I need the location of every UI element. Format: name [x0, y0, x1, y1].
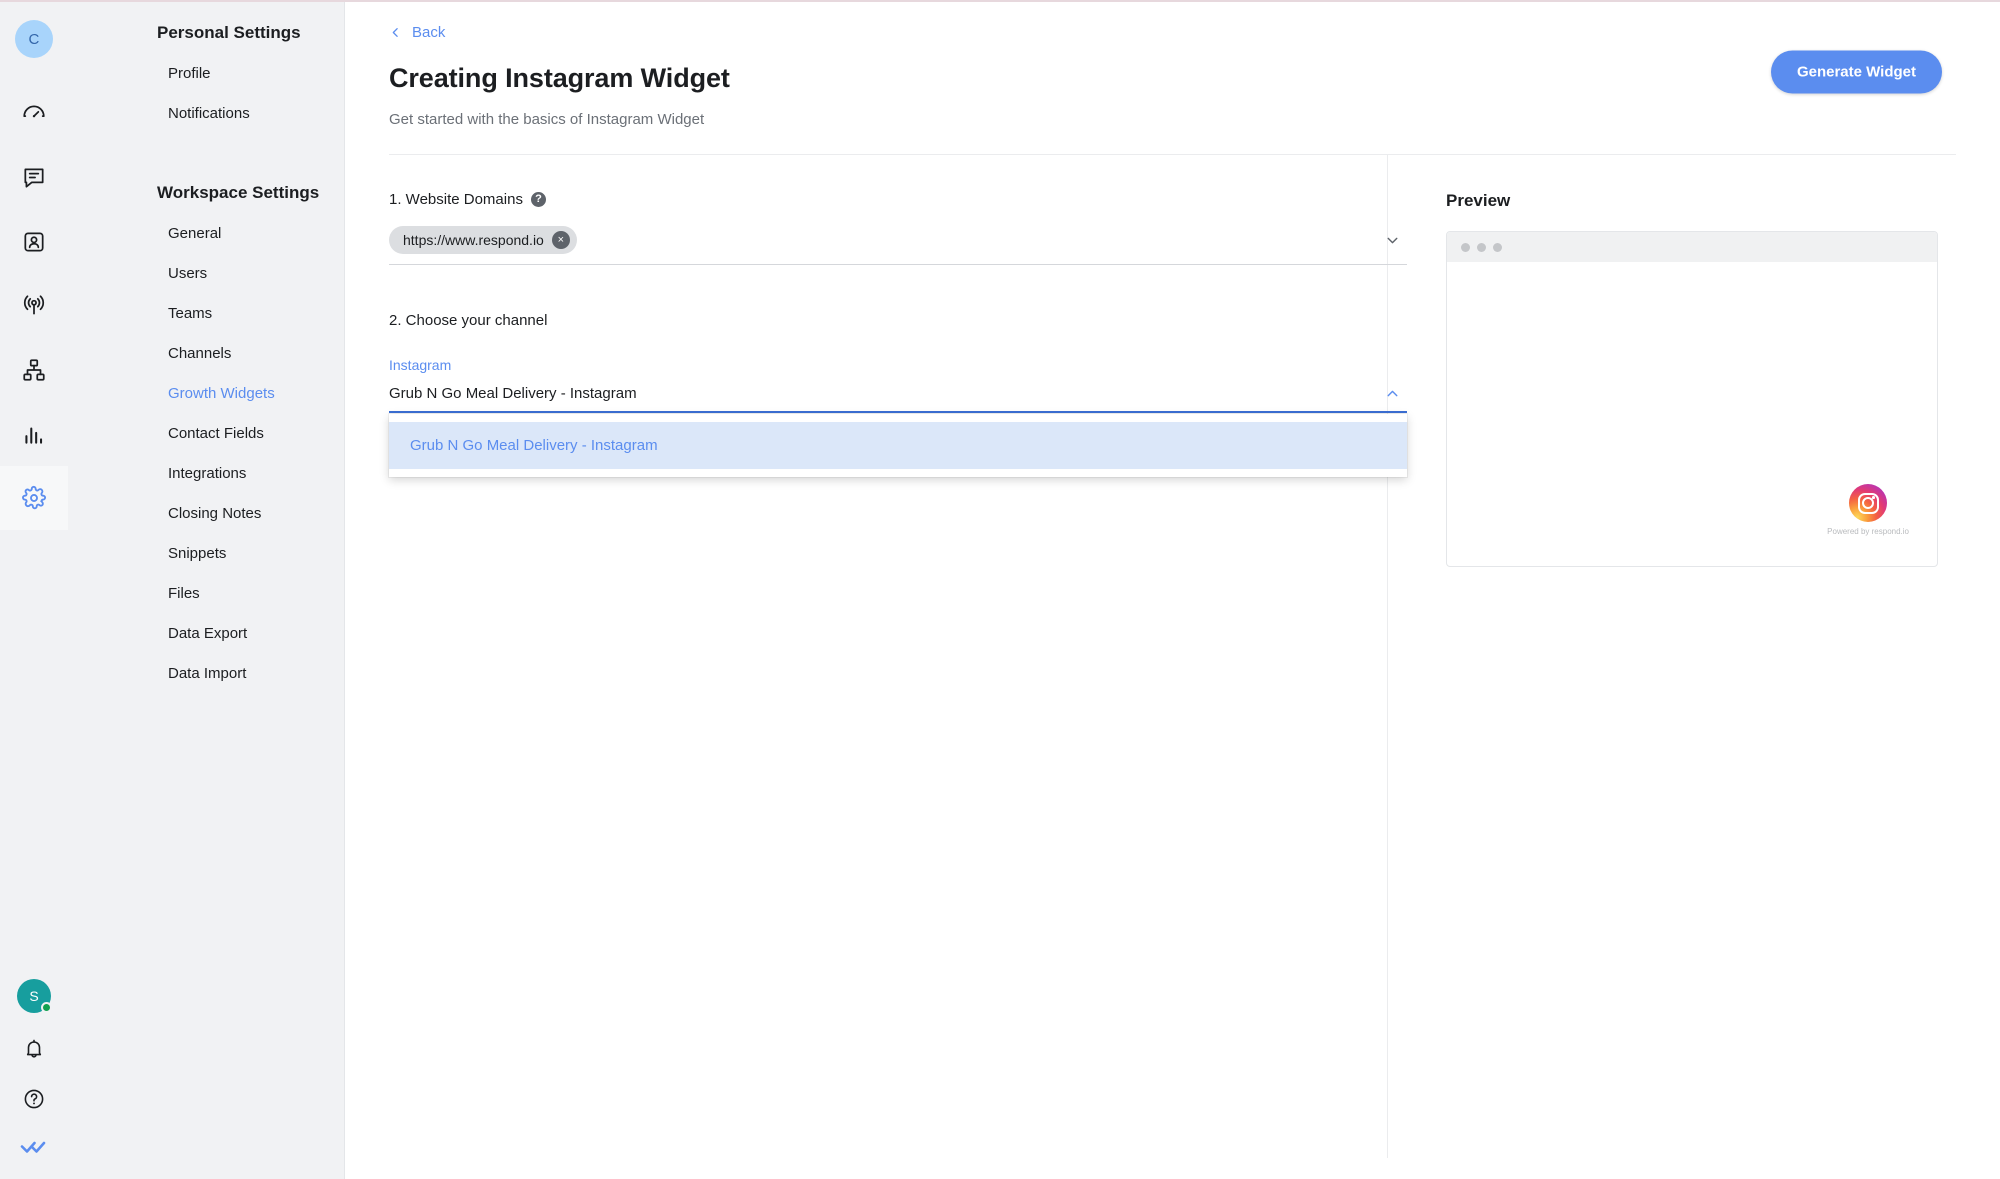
- sidebar-item-notifications[interactable]: Notifications: [68, 94, 344, 134]
- sidebar-item-data-export[interactable]: Data Export: [68, 614, 344, 654]
- channel-dropdown-menu: Grub N Go Meal Delivery - Instagram: [389, 414, 1407, 477]
- help-tooltip-icon[interactable]: ?: [530, 192, 546, 207]
- sidebar-item-closing-notes[interactable]: Closing Notes: [68, 494, 344, 534]
- browser-dot-red: [1461, 242, 1470, 252]
- respond-io-logo[interactable]: [19, 1137, 49, 1157]
- domain-chip: https://www.respond.io ×: [389, 226, 577, 254]
- sidebar-item-snippets[interactable]: Snippets: [68, 534, 344, 574]
- sidebar-item-data-import[interactable]: Data Import: [68, 654, 344, 694]
- choose-channel-label: 2. Choose your channel: [389, 312, 1387, 329]
- back-label: Back: [412, 24, 446, 41]
- preview-frame: Powered by respond.io: [1446, 231, 1938, 567]
- messages-icon[interactable]: [0, 146, 68, 210]
- rail-bottom-group: S: [0, 979, 68, 1157]
- preview-browser-bar: [1447, 232, 1937, 262]
- website-domains-input[interactable]: https://www.respond.io ×: [389, 226, 1407, 265]
- reports-icon[interactable]: [0, 402, 68, 466]
- body-columns: 1. Website Domains ? https://www.respond…: [345, 155, 2000, 1158]
- instagram-icon[interactable]: [1849, 484, 1888, 522]
- help-circle-icon[interactable]: [22, 1087, 46, 1111]
- icon-rail: C S: [0, 2, 68, 1179]
- powered-by-label: Powered by respond.io: [1827, 527, 1909, 536]
- user-avatar[interactable]: S: [17, 979, 52, 1013]
- workspace-avatar[interactable]: C: [15, 20, 53, 58]
- settings-icon[interactable]: [0, 466, 68, 530]
- chevron-left-icon: [389, 26, 402, 39]
- sidebar-item-users[interactable]: Users: [68, 254, 344, 294]
- broadcasts-icon[interactable]: [0, 274, 68, 338]
- contacts-icon[interactable]: [0, 210, 68, 274]
- choose-channel-label-text: 2. Choose your channel: [389, 312, 548, 329]
- personal-settings-heading: Personal Settings: [157, 23, 301, 42]
- channel-dropdown-option[interactable]: Grub N Go Meal Delivery - Instagram: [389, 422, 1407, 469]
- sidebar-item-teams[interactable]: Teams: [68, 294, 344, 334]
- sidebar-item-integrations[interactable]: Integrations: [68, 454, 344, 494]
- preview-widget-badge: Powered by respond.io: [1827, 484, 1909, 536]
- preview-canvas: Powered by respond.io: [1447, 262, 1937, 566]
- page-subtitle: Get started with the basics of Instagram…: [389, 111, 705, 128]
- domain-chip-label: https://www.respond.io: [403, 232, 544, 248]
- main-content: Back Creating Instagram Widget Get start…: [345, 2, 2000, 1179]
- chevron-down-icon[interactable]: [1384, 232, 1407, 249]
- widget-form: 1. Website Domains ? https://www.respond…: [345, 155, 1407, 1158]
- user-avatar-initial: S: [29, 988, 39, 1004]
- back-link[interactable]: Back: [345, 2, 445, 41]
- channel-select-value: Grub N Go Meal Delivery - Instagram: [389, 385, 637, 402]
- browser-dot-green: [1493, 242, 1502, 252]
- sidebar-item-profile[interactable]: Profile: [68, 54, 344, 94]
- workspace-settings-heading: Workspace Settings: [157, 183, 320, 202]
- rail-top-group: C: [0, 2, 68, 530]
- workflows-icon[interactable]: [0, 338, 68, 402]
- notifications-bell-icon[interactable]: [22, 1037, 46, 1061]
- sidebar-item-growth-widgets[interactable]: Growth Widgets: [68, 374, 344, 414]
- sidebar-item-contact-fields[interactable]: Contact Fields: [68, 414, 344, 454]
- preview-panel: Preview Powered by respond.io: [1387, 155, 2000, 1158]
- app-window: C S Personal Settings Profile Notificati…: [0, 0, 2000, 1179]
- generate-widget-button[interactable]: Generate Widget: [1770, 50, 1942, 94]
- remove-domain-icon[interactable]: ×: [551, 231, 570, 249]
- chevron-up-icon[interactable]: [1384, 385, 1407, 402]
- online-status-dot: [41, 1002, 52, 1013]
- dashboard-icon[interactable]: [0, 82, 68, 146]
- sidebar-item-channels[interactable]: Channels: [68, 334, 344, 374]
- browser-dot-yellow: [1477, 242, 1486, 252]
- sidebar-item-files[interactable]: Files: [68, 574, 344, 614]
- instagram-glyph: [1857, 492, 1879, 514]
- sidebar-item-general[interactable]: General: [68, 214, 344, 254]
- website-domains-label: 1. Website Domains ?: [389, 191, 1387, 208]
- channel-select[interactable]: Grub N Go Meal Delivery - Instagram: [389, 385, 1407, 413]
- preview-title: Preview: [1446, 191, 1511, 210]
- website-domains-label-text: 1. Website Domains: [389, 191, 523, 208]
- settings-sidebar: Personal Settings Profile Notifications …: [68, 2, 345, 1179]
- channel-type-label: Instagram: [389, 357, 452, 373]
- page-title: Creating Instagram Widget: [389, 63, 730, 93]
